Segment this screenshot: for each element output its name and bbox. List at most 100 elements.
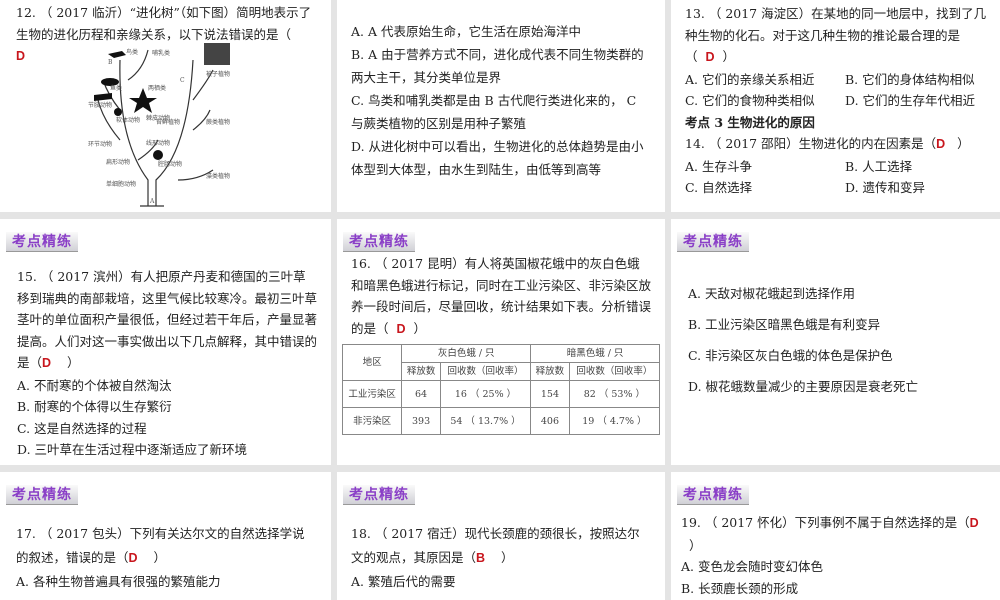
tree-label: 节肢动物 (88, 101, 112, 109)
tree-label: 软体动物 (116, 116, 140, 124)
paren: ） (500, 550, 514, 565)
table-header: 灰白色蛾 / 只 (401, 344, 532, 363)
table-cell: 16 （ 25% ） (439, 380, 532, 408)
table-cell: 82 （ 53% ） (568, 380, 661, 408)
tree-label: C (180, 77, 185, 84)
q15-option-a: A. 不耐寒的个体被自然淘汰 (17, 377, 172, 393)
q12-option-b: B. A 由于营养方式不同，进化成代表不同生物类群的两大主干，其分类单位是界 (351, 47, 644, 85)
table-cell: 154 (530, 380, 570, 408)
q12-option-d: D. 从进化树中可以看出，生物进化的总体趋势是由小体型到大体型，由水生到陆生，由… (351, 139, 644, 177)
slide-q12[interactable]: 12. （ 2017 临沂）“进化树”（如下图）简明地表示了生物的进化历程和亲缘… (0, 0, 331, 212)
q16-option-a: A. 天敌对椒花蛾起到选择作用 (688, 286, 855, 301)
q12-answer: D (16, 49, 26, 63)
q13-option-d: D. 它们的生存年代相近 (845, 93, 976, 108)
tree-label: 扁形动物 (106, 158, 130, 166)
section-badge: 考点精练 (677, 485, 749, 505)
tree-label: B (108, 59, 113, 66)
table-header: 回收数（回收率） (568, 362, 661, 381)
q14-option-a: A. 生存斗争 (685, 158, 752, 174)
tree-label: 哺乳类 (152, 49, 170, 57)
q14-stem: 14. （ 2017 邵阳）生物进化的内在因素是（ (685, 136, 937, 151)
paren: ） (66, 355, 80, 370)
table-cell: 54 （ 13.7% ） (439, 407, 532, 435)
tree-label: 单细胞动物 (106, 180, 136, 188)
q16-option-b: B. 工业污染区暗黑色蛾是有利变异 (688, 317, 881, 332)
q13-option-b: B. 它们的身体结构相似 (845, 71, 975, 87)
q14-option-d: D. 遗传和变异 (845, 180, 926, 195)
section-badge: 考点精练 (343, 485, 415, 505)
slide-q16-options[interactable]: 考点精练 A. 天敌对椒花蛾起到选择作用 B. 工业污染区暗黑色蛾是有利变异 C… (671, 219, 1000, 465)
paren: ） (722, 49, 735, 64)
table-cell: 19 （ 4.7% ） (568, 407, 661, 435)
paren: ） (413, 320, 426, 336)
q17-answer: D (128, 551, 138, 565)
q19-option-a: A. 变色龙会随时变幻体色 (681, 559, 823, 574)
paren: ） (688, 537, 702, 553)
q18-answer: B (476, 551, 486, 565)
table-cell: 393 (401, 407, 441, 435)
tree-label: 鸟类 (126, 48, 138, 56)
q13-answer: D (705, 50, 715, 64)
section-badge: 考点精练 (6, 232, 78, 252)
slide-q16[interactable]: 考点精练 16. （ 2017 昆明）有人将英国椒花蛾中的灰白色蛾和暗黑色蛾进行… (337, 219, 665, 465)
q12-option-c: C. 鸟类和哺乳类都是由 B 古代爬行类进化来的， C 与蕨类植物的区别是用种子… (351, 93, 637, 131)
paren: ） (153, 550, 166, 565)
table-header: 地区 (341, 344, 403, 381)
q16-answer: D (396, 321, 406, 336)
tree-label: A (149, 198, 155, 205)
section-badge: 考点精练 (677, 232, 749, 252)
section-badge: 考点精练 (343, 232, 415, 252)
q15-stem: 15. （ 2017 滨州）有人把原产丹麦和德国的三叶草移到瑞典的南部栽培，这里… (17, 269, 318, 370)
q12-stem: 12. （ 2017 临沂）“进化树”（如下图）简明地表示了生物的进化历程和亲缘… (16, 5, 312, 42)
table-row: 工业污染区 64 16 （ 25% ） 154 82 （ 53% ） (341, 380, 661, 408)
q15-option-b: B. 耐寒的个体得以生存繁衍 (17, 399, 172, 414)
tree-label: 线形动物 (146, 139, 170, 147)
q16-option-d: D. 椒花蛾数量减少的主要原因是衰老死亡 (688, 379, 919, 394)
tree-label: 环节动物 (88, 140, 112, 148)
q15-answer: D (42, 356, 52, 370)
q14-option-b: B. 人工选择 (845, 158, 913, 174)
table-header: 暗黑色蛾 / 只 (530, 344, 660, 363)
slide-q17[interactable]: 考点精练 17. （ 2017 包头）下列有关达尔文的自然选择学说的叙述，错误的… (0, 472, 331, 600)
tree-label: 苔藓植物 (156, 118, 180, 126)
q17-option-a: A. 各种生物普遍具有很强的繁殖能力 (16, 574, 221, 589)
table-cell: 非污染区 (341, 407, 403, 435)
table-header: 回收数（回收率） (439, 362, 532, 381)
table-row: 非污染区 393 54 （ 13.7% ） 406 19 （ 4.7% ） (341, 407, 661, 435)
tree-label: 藻类植物 (206, 172, 230, 180)
tree-label: 被子植物 (206, 70, 230, 78)
slide-q19[interactable]: 考点精练 19. （ 2017 怀化）下列事例不属于自然选择的是（D ） A. … (671, 472, 1000, 600)
tree-label: 鱼类 (110, 84, 122, 92)
q19-answer: D (969, 516, 979, 530)
q13-option-c: C. 它们的食物种类相似 (685, 93, 815, 108)
paren: ） (957, 136, 970, 151)
slide-q13-q14[interactable]: 13. （ 2017 海淀区）在某地的同一地层中，找到了几种生物的化石。对于这几… (671, 0, 1000, 212)
tree-label: 蕨类植物 (206, 118, 230, 126)
q15-option-c: C. 这是自然选择的过程 (17, 420, 147, 436)
q14-answer: D (936, 137, 946, 151)
q13-option-a: A. 它们的亲缘关系相近 (685, 71, 815, 87)
paren: （ (685, 49, 698, 64)
q12-option-a: A. A 代表原始生命，它生活在原始海洋中 (351, 24, 581, 39)
slide-q12-options[interactable]: A. A 代表原始生命，它生活在原始海洋中 B. A 由于营养方式不同，进化成代… (337, 0, 665, 212)
slide-q18[interactable]: 考点精练 18. （ 2017 宿迁）现代长颈鹿的颈很长，按照达尔文的观点，其原… (337, 472, 665, 600)
tree-label: 腔肠动物 (158, 160, 182, 168)
table-cell: 406 (530, 407, 570, 435)
evolution-tree-diagram: 鸟类 哺乳类 被子植物 鱼类 两栖类 节肢动物 棘皮动物 软体动物 苔藓植物 蕨… (88, 43, 230, 207)
q14-option-c: C. 自然选择 (685, 180, 753, 195)
section-badge: 考点精练 (6, 485, 78, 505)
table-header: 释放数 (401, 362, 441, 381)
q15-option-d: D. 三叶草在生活过程中逐渐适应了新环境 (17, 442, 248, 457)
q19-stem: 19. （ 2017 怀化）下列事例不属于自然选择的是（ (681, 515, 970, 530)
slide-q15[interactable]: 考点精练 15. （ 2017 滨州）有人把原产丹麦和德国的三叶草移到瑞典的南部… (0, 219, 331, 465)
q19-option-b: B. 长颈鹿长颈的形成 (681, 580, 799, 596)
tree-label: 两栖类 (148, 84, 166, 92)
moth-data-table: 地区 灰白色蛾 / 只暗黑色蛾 / 只 释放数 回收数（回收率） 释放数 回收数（回收率… (341, 344, 661, 435)
table-cell: 64 (401, 380, 441, 408)
section-heading: 考点 3 生物进化的原因 (685, 114, 815, 130)
q13-stem: 13. （ 2017 海淀区）在某地的同一地层中，找到了几种生物的化石。对于这几… (685, 6, 987, 43)
table-cell: 工业污染区 (341, 380, 403, 408)
q18-stem: 18. （ 2017 宿迁）现代长颈鹿的颈很长，按照达尔文的观点，其原因是（ (351, 526, 640, 565)
table-header: 释放数 (530, 362, 570, 381)
q18-option-a: A. 繁殖后代的需要 (351, 574, 456, 589)
